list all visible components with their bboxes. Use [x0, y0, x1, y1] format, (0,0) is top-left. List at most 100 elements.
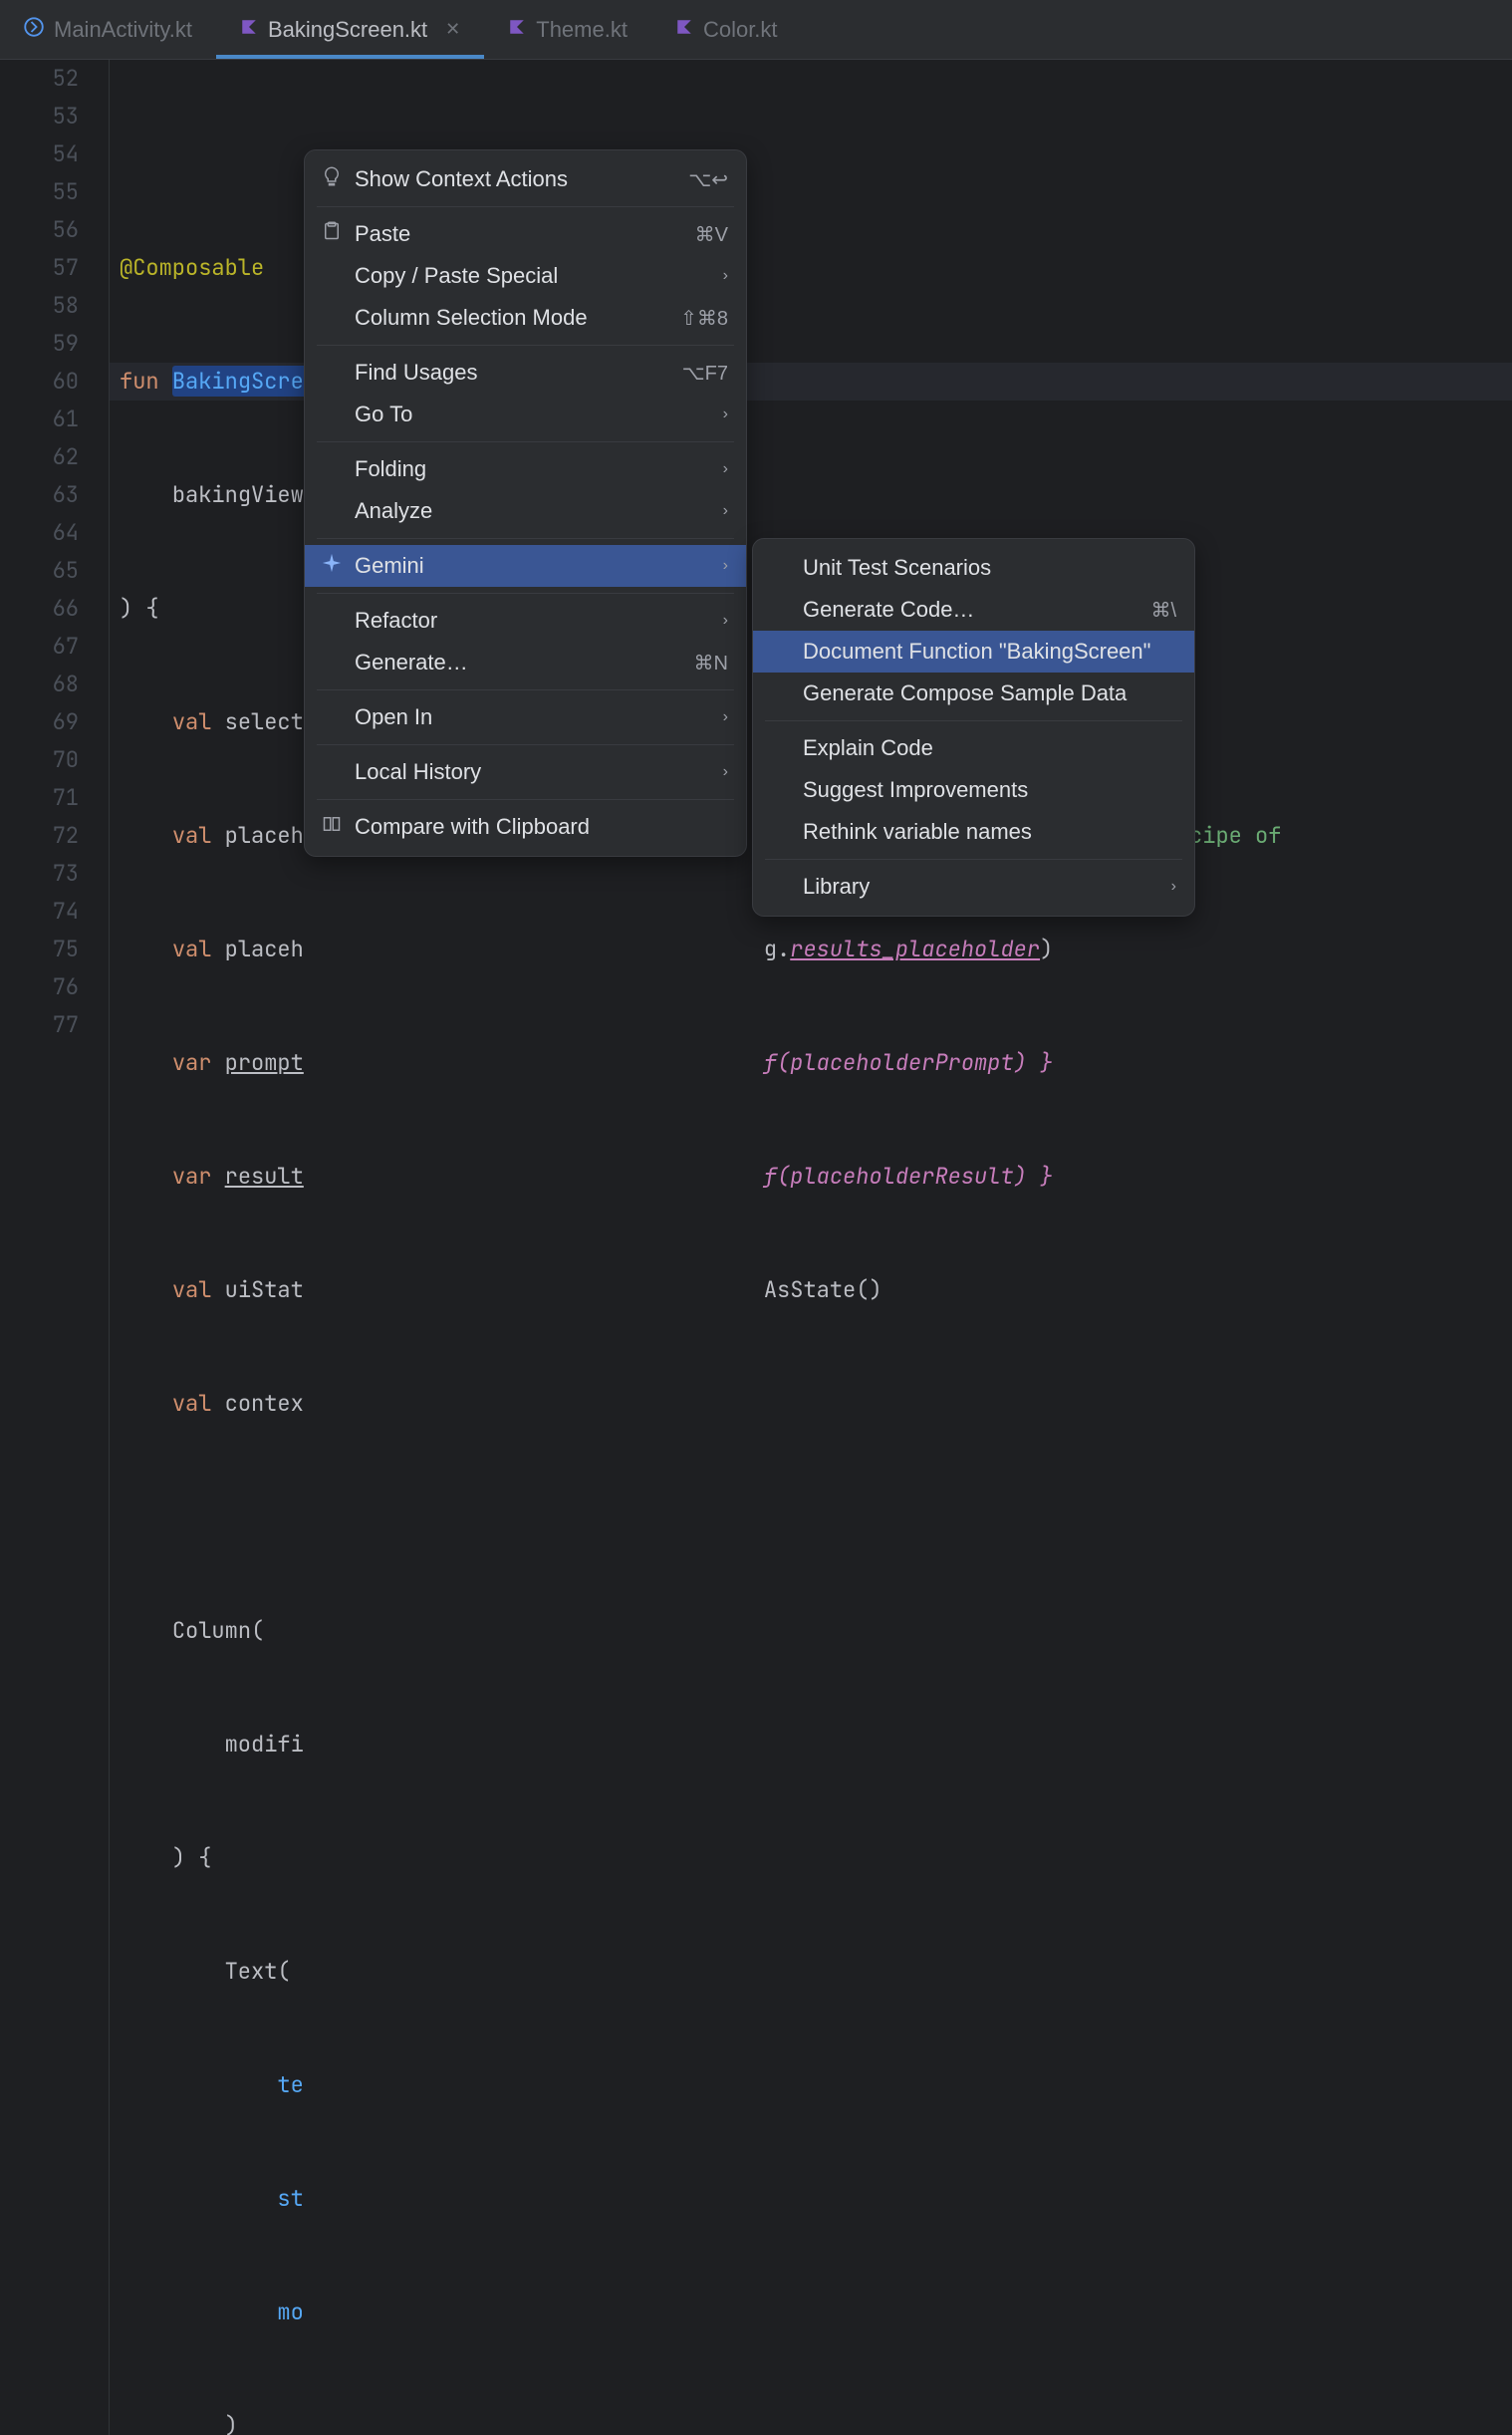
- context-menu-item[interactable]: Compare with Clipboard: [305, 806, 746, 848]
- menu-separator: [765, 859, 1182, 860]
- menu-item-label: Generate Compose Sample Data: [803, 680, 1176, 706]
- gemini-submenu: Unit Test ScenariosGenerate Code…⌘\ Docum…: [752, 538, 1195, 917]
- menu-item-label: Explain Code: [803, 735, 1176, 761]
- kotlin-file-icon: [508, 18, 526, 41]
- menu-separator: [765, 720, 1182, 721]
- context-menu-item[interactable]: Analyze ›: [305, 490, 746, 532]
- gemini-submenu-item[interactable]: Rethink variable names: [753, 811, 1194, 853]
- context-menu-item[interactable]: Show Context Actions⌥↩: [305, 158, 746, 200]
- context-menu-item[interactable]: Folding ›: [305, 448, 746, 490]
- gemini-icon: [321, 552, 343, 580]
- menu-shortcut: ⌘N: [694, 651, 728, 676]
- context-menu-item[interactable]: Refactor ›: [305, 600, 746, 642]
- chevron-right-icon: ›: [723, 708, 728, 726]
- tab-color[interactable]: Color.kt: [651, 0, 802, 59]
- compare-icon: [321, 814, 343, 840]
- menu-item-label: Folding: [355, 456, 711, 482]
- menu-item-label: Document Function "BakingScreen": [803, 639, 1176, 665]
- gemini-submenu-item[interactable]: Explain Code: [753, 727, 1194, 769]
- context-menu-item[interactable]: Paste ⌘V: [305, 213, 746, 255]
- menu-shortcut: ⌥F7: [682, 361, 728, 386]
- menu-item-label: Column Selection Mode: [355, 305, 668, 331]
- line-number: 60: [0, 363, 79, 401]
- tab-label: BakingScreen.kt: [268, 17, 427, 43]
- line-number: 72: [0, 817, 79, 855]
- line-number: 59: [0, 325, 79, 363]
- line-number: 77: [0, 1006, 79, 1044]
- menu-item-label: Generate…: [355, 650, 682, 676]
- context-menu-item[interactable]: Generate… ⌘N: [305, 642, 746, 683]
- menu-item-label: Gemini: [355, 553, 711, 579]
- gemini-submenu-item[interactable]: Library›: [753, 866, 1194, 908]
- line-number: 54: [0, 135, 79, 173]
- line-number: 65: [0, 552, 79, 590]
- menu-item-label: Rethink variable names: [803, 819, 1176, 845]
- annotation: @Composable: [120, 253, 264, 282]
- menu-item-label: Open In: [355, 704, 711, 730]
- gemini-submenu-item[interactable]: Generate Code…⌘\: [753, 589, 1194, 631]
- menu-item-label: Library: [803, 874, 1159, 900]
- menu-separator: [317, 799, 734, 800]
- line-number: 64: [0, 514, 79, 552]
- kotlin-file-icon: [24, 17, 44, 42]
- context-menu-item[interactable]: Gemini ›: [305, 545, 746, 587]
- chevron-right-icon: ›: [723, 763, 728, 781]
- context-menu-item[interactable]: Go To›: [305, 394, 746, 435]
- paste-icon: [321, 221, 343, 247]
- line-number: 55: [0, 173, 79, 211]
- menu-separator: [317, 689, 734, 690]
- gemini-submenu-item[interactable]: Suggest Improvements: [753, 769, 1194, 811]
- line-number: 68: [0, 666, 79, 703]
- line-number: 76: [0, 968, 79, 1006]
- line-number: 70: [0, 741, 79, 779]
- close-icon[interactable]: ✕: [437, 19, 460, 40]
- menu-item-label: Generate Code…: [803, 597, 1138, 623]
- menu-item-label: Local History: [355, 759, 711, 785]
- line-number: 57: [0, 249, 79, 287]
- tab-label: Color.kt: [703, 17, 778, 43]
- context-menu-item[interactable]: Copy / Paste Special ›: [305, 255, 746, 297]
- line-number-gutter: 5253545556575859606162636465666768697071…: [0, 60, 110, 2435]
- line-number: 62: [0, 438, 79, 476]
- menu-item-label: Copy / Paste Special: [355, 263, 711, 289]
- chevron-right-icon: ›: [723, 612, 728, 630]
- editor-tabs: MainActivity.kt BakingScreen.kt ✕ Theme.…: [0, 0, 1512, 60]
- context-menu: Show Context Actions⌥↩ Paste ⌘V Copy / Past…: [304, 149, 747, 857]
- chevron-right-icon: ›: [723, 267, 728, 285]
- context-menu-item[interactable]: Local History ›: [305, 751, 746, 793]
- menu-separator: [317, 441, 734, 442]
- line-number: 63: [0, 476, 79, 514]
- kotlin-file-icon: [675, 18, 693, 41]
- chevron-right-icon: ›: [723, 557, 728, 575]
- gemini-submenu-item[interactable]: Generate Compose Sample Data: [753, 673, 1194, 714]
- chevron-right-icon: ›: [723, 502, 728, 520]
- tab-theme[interactable]: Theme.kt: [484, 0, 651, 59]
- tab-bakingscreen[interactable]: BakingScreen.kt ✕: [216, 0, 484, 59]
- gemini-submenu-item[interactable]: Document Function "BakingScreen": [753, 631, 1194, 673]
- line-number: 67: [0, 628, 79, 666]
- kotlin-file-icon: [240, 18, 258, 41]
- line-number: 73: [0, 855, 79, 893]
- chevron-right-icon: ›: [723, 460, 728, 478]
- menu-separator: [317, 345, 734, 346]
- menu-item-label: Analyze: [355, 498, 711, 524]
- menu-separator: [317, 593, 734, 594]
- context-menu-item[interactable]: Column Selection Mode ⇧⌘8: [305, 297, 746, 339]
- menu-shortcut: ⇧⌘8: [680, 306, 728, 331]
- code-editor[interactable]: 5253545556575859606162636465666768697071…: [0, 60, 1512, 2435]
- menu-shortcut: ⌘V: [695, 222, 728, 247]
- menu-item-label: Compare with Clipboard: [355, 814, 728, 840]
- context-menu-item[interactable]: Find Usages⌥F7: [305, 352, 746, 394]
- menu-item-label: Refactor: [355, 608, 711, 634]
- line-number: 66: [0, 590, 79, 628]
- line-number: 71: [0, 779, 79, 817]
- line-number: 74: [0, 893, 79, 931]
- menu-separator: [317, 538, 734, 539]
- context-menu-item[interactable]: Open In ›: [305, 696, 746, 738]
- tab-label: Theme.kt: [536, 17, 628, 43]
- gemini-submenu-item[interactable]: Unit Test Scenarios: [753, 547, 1194, 589]
- tab-mainactivity[interactable]: MainActivity.kt: [0, 0, 216, 59]
- menu-shortcut: ⌥↩: [688, 167, 728, 192]
- menu-item-label: Paste: [355, 221, 683, 247]
- line-number: 58: [0, 287, 79, 325]
